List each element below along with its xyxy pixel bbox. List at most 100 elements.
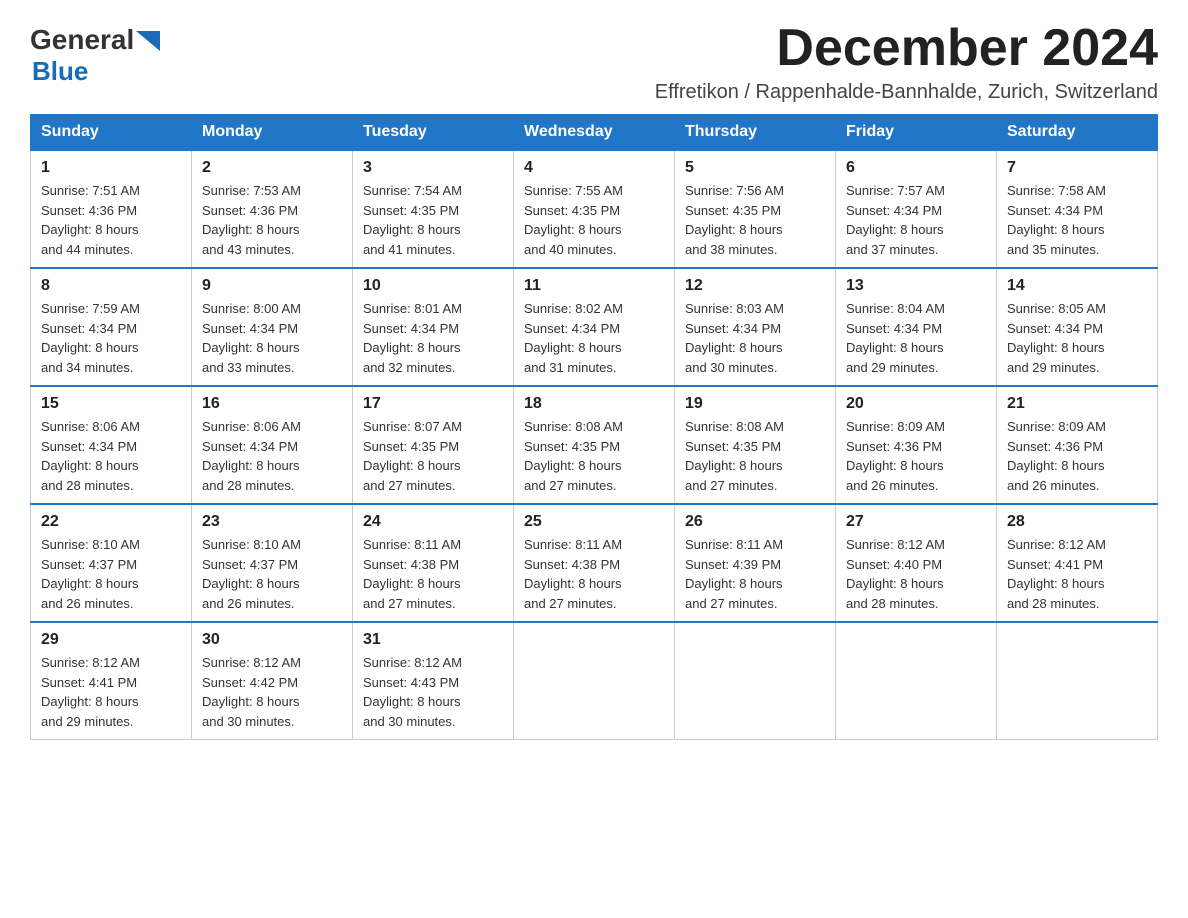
calendar-cell: 31 Sunrise: 8:12 AMSunset: 4:43 PMDayligh… [353,622,514,740]
calendar-cell: 1 Sunrise: 7:51 AMSunset: 4:36 PMDaylight… [31,150,192,268]
day-info: Sunrise: 8:10 AMSunset: 4:37 PMDaylight:… [41,535,181,613]
day-info: Sunrise: 7:56 AMSunset: 4:35 PMDaylight:… [685,181,825,259]
col-header-friday: Friday [836,115,997,151]
day-number: 10 [363,277,503,295]
day-info: Sunrise: 8:06 AMSunset: 4:34 PMDaylight:… [202,417,342,495]
day-number: 5 [685,159,825,177]
col-header-saturday: Saturday [997,115,1158,151]
day-info: Sunrise: 8:09 AMSunset: 4:36 PMDaylight:… [846,417,986,495]
day-number: 28 [1007,513,1147,531]
day-info: Sunrise: 7:57 AMSunset: 4:34 PMDaylight:… [846,181,986,259]
month-title: December 2024 [655,20,1158,77]
day-number: 18 [524,395,664,413]
day-number: 2 [202,159,342,177]
calendar-cell: 11 Sunrise: 8:02 AMSunset: 4:34 PMDayligh… [514,268,675,386]
calendar-cell: 4Sunrise: 7:55 AMSunset: 4:35 PMDaylight… [514,150,675,268]
col-header-monday: Monday [192,115,353,151]
day-info: Sunrise: 8:02 AMSunset: 4:34 PMDaylight:… [524,299,664,377]
day-number: 11 [524,277,664,295]
day-info: Sunrise: 8:01 AMSunset: 4:34 PMDaylight:… [363,299,503,377]
day-number: 19 [685,395,825,413]
day-info: Sunrise: 8:12 AMSunset: 4:41 PMDaylight:… [41,653,181,731]
calendar-cell: 5 Sunrise: 7:56 AMSunset: 4:35 PMDaylight… [675,150,836,268]
calendar-cell: 2 Sunrise: 7:53 AMSunset: 4:36 PMDaylight… [192,150,353,268]
day-info: Sunrise: 8:12 AMSunset: 4:41 PMDaylight:… [1007,535,1147,613]
calendar-cell [675,622,836,740]
calendar-header-row: Sunday Monday Tuesday Wednesday Thursday… [31,115,1158,151]
calendar-cell: 24 Sunrise: 8:11 AMSunset: 4:38 PMDayligh… [353,504,514,622]
day-info: Sunrise: 8:05 AMSunset: 4:34 PMDaylight:… [1007,299,1147,377]
calendar-cell: 20 Sunrise: 8:09 AMSunset: 4:36 PMDayligh… [836,386,997,504]
day-info: Sunrise: 7:58 AMSunset: 4:34 PMDaylight:… [1007,181,1147,259]
calendar-cell: 23 Sunrise: 8:10 AMSunset: 4:37 PMDayligh… [192,504,353,622]
day-number: 3 [363,159,503,177]
day-number: 26 [685,513,825,531]
col-header-sunday: Sunday [31,115,192,151]
day-info: Sunrise: 8:03 AMSunset: 4:34 PMDaylight:… [685,299,825,377]
calendar-cell: 29 Sunrise: 8:12 AMSunset: 4:41 PMDayligh… [31,622,192,740]
col-header-tuesday: Tuesday [353,115,514,151]
day-number: 27 [846,513,986,531]
calendar-week-row: 15 Sunrise: 8:06 AMSunset: 4:34 PMDayligh… [31,386,1158,504]
day-info: Sunrise: 8:06 AMSunset: 4:34 PMDaylight:… [41,417,181,495]
logo-blue-text: Blue [32,56,88,86]
calendar-cell: 14 Sunrise: 8:05 AMSunset: 4:34 PMDayligh… [997,268,1158,386]
title-section: December 2024 Effretikon / Rappenhalde-B… [655,20,1158,104]
calendar-cell: 3Sunrise: 7:54 AMSunset: 4:35 PMDaylight… [353,150,514,268]
day-number: 17 [363,395,503,413]
day-number: 12 [685,277,825,295]
logo-general-text: General [30,24,134,56]
day-info: Sunrise: 8:11 AMSunset: 4:38 PMDaylight:… [524,535,664,613]
day-number: 24 [363,513,503,531]
day-info: Sunrise: 7:53 AMSunset: 4:36 PMDaylight:… [202,181,342,259]
day-number: 1 [41,159,181,177]
calendar-cell: 18 Sunrise: 8:08 AMSunset: 4:35 PMDayligh… [514,386,675,504]
day-number: 15 [41,395,181,413]
day-info: Sunrise: 8:08 AMSunset: 4:35 PMDaylight:… [685,417,825,495]
calendar-week-row: 29 Sunrise: 8:12 AMSunset: 4:41 PMDayligh… [31,622,1158,740]
day-number: 4 [524,159,664,177]
day-info: Sunrise: 8:11 AMSunset: 4:38 PMDaylight:… [363,535,503,613]
day-number: 23 [202,513,342,531]
day-info: Sunrise: 8:09 AMSunset: 4:36 PMDaylight:… [1007,417,1147,495]
day-number: 29 [41,631,181,649]
calendar-cell: 17 Sunrise: 8:07 AMSunset: 4:35 PMDayligh… [353,386,514,504]
calendar-cell: 10 Sunrise: 8:01 AMSunset: 4:34 PMDayligh… [353,268,514,386]
calendar-cell: 15 Sunrise: 8:06 AMSunset: 4:34 PMDayligh… [31,386,192,504]
day-info: Sunrise: 8:07 AMSunset: 4:35 PMDaylight:… [363,417,503,495]
calendar-cell: 12 Sunrise: 8:03 AMSunset: 4:34 PMDayligh… [675,268,836,386]
calendar-cell: 21 Sunrise: 8:09 AMSunset: 4:36 PMDayligh… [997,386,1158,504]
day-number: 9 [202,277,342,295]
day-info: Sunrise: 8:12 AMSunset: 4:43 PMDaylight:… [363,653,503,731]
calendar-week-row: 1 Sunrise: 7:51 AMSunset: 4:36 PMDaylight… [31,150,1158,268]
calendar-cell: 30Sunrise: 8:12 AMSunset: 4:42 PMDayligh… [192,622,353,740]
calendar-cell: 25Sunrise: 8:11 AMSunset: 4:38 PMDayligh… [514,504,675,622]
day-info: Sunrise: 7:51 AMSunset: 4:36 PMDaylight:… [41,181,181,259]
day-info: Sunrise: 8:08 AMSunset: 4:35 PMDaylight:… [524,417,664,495]
day-info: Sunrise: 8:12 AMSunset: 4:40 PMDaylight:… [846,535,986,613]
logo: General Blue [30,20,160,87]
day-info: Sunrise: 8:00 AMSunset: 4:34 PMDaylight:… [202,299,342,377]
day-number: 21 [1007,395,1147,413]
calendar-cell: 19 Sunrise: 8:08 AMSunset: 4:35 PMDayligh… [675,386,836,504]
day-info: Sunrise: 8:10 AMSunset: 4:37 PMDaylight:… [202,535,342,613]
page-header: General Blue December 2024 Effretikon / … [30,20,1158,104]
calendar-cell: 8Sunrise: 7:59 AMSunset: 4:34 PMDaylight… [31,268,192,386]
calendar-cell [514,622,675,740]
calendar-cell: 22 Sunrise: 8:10 AMSunset: 4:37 PMDayligh… [31,504,192,622]
day-number: 14 [1007,277,1147,295]
day-number: 31 [363,631,503,649]
calendar-table: Sunday Monday Tuesday Wednesday Thursday… [30,114,1158,740]
day-number: 7 [1007,159,1147,177]
day-number: 16 [202,395,342,413]
col-header-thursday: Thursday [675,115,836,151]
location-subtitle: Effretikon / Rappenhalde-Bannhalde, Zuri… [655,81,1158,104]
day-info: Sunrise: 8:04 AMSunset: 4:34 PMDaylight:… [846,299,986,377]
calendar-cell: 7 Sunrise: 7:58 AMSunset: 4:34 PMDaylight… [997,150,1158,268]
day-number: 20 [846,395,986,413]
day-number: 30 [202,631,342,649]
calendar-cell: 6 Sunrise: 7:57 AMSunset: 4:34 PMDaylight… [836,150,997,268]
day-number: 22 [41,513,181,531]
day-number: 6 [846,159,986,177]
calendar-cell: 26Sunrise: 8:11 AMSunset: 4:39 PMDayligh… [675,504,836,622]
